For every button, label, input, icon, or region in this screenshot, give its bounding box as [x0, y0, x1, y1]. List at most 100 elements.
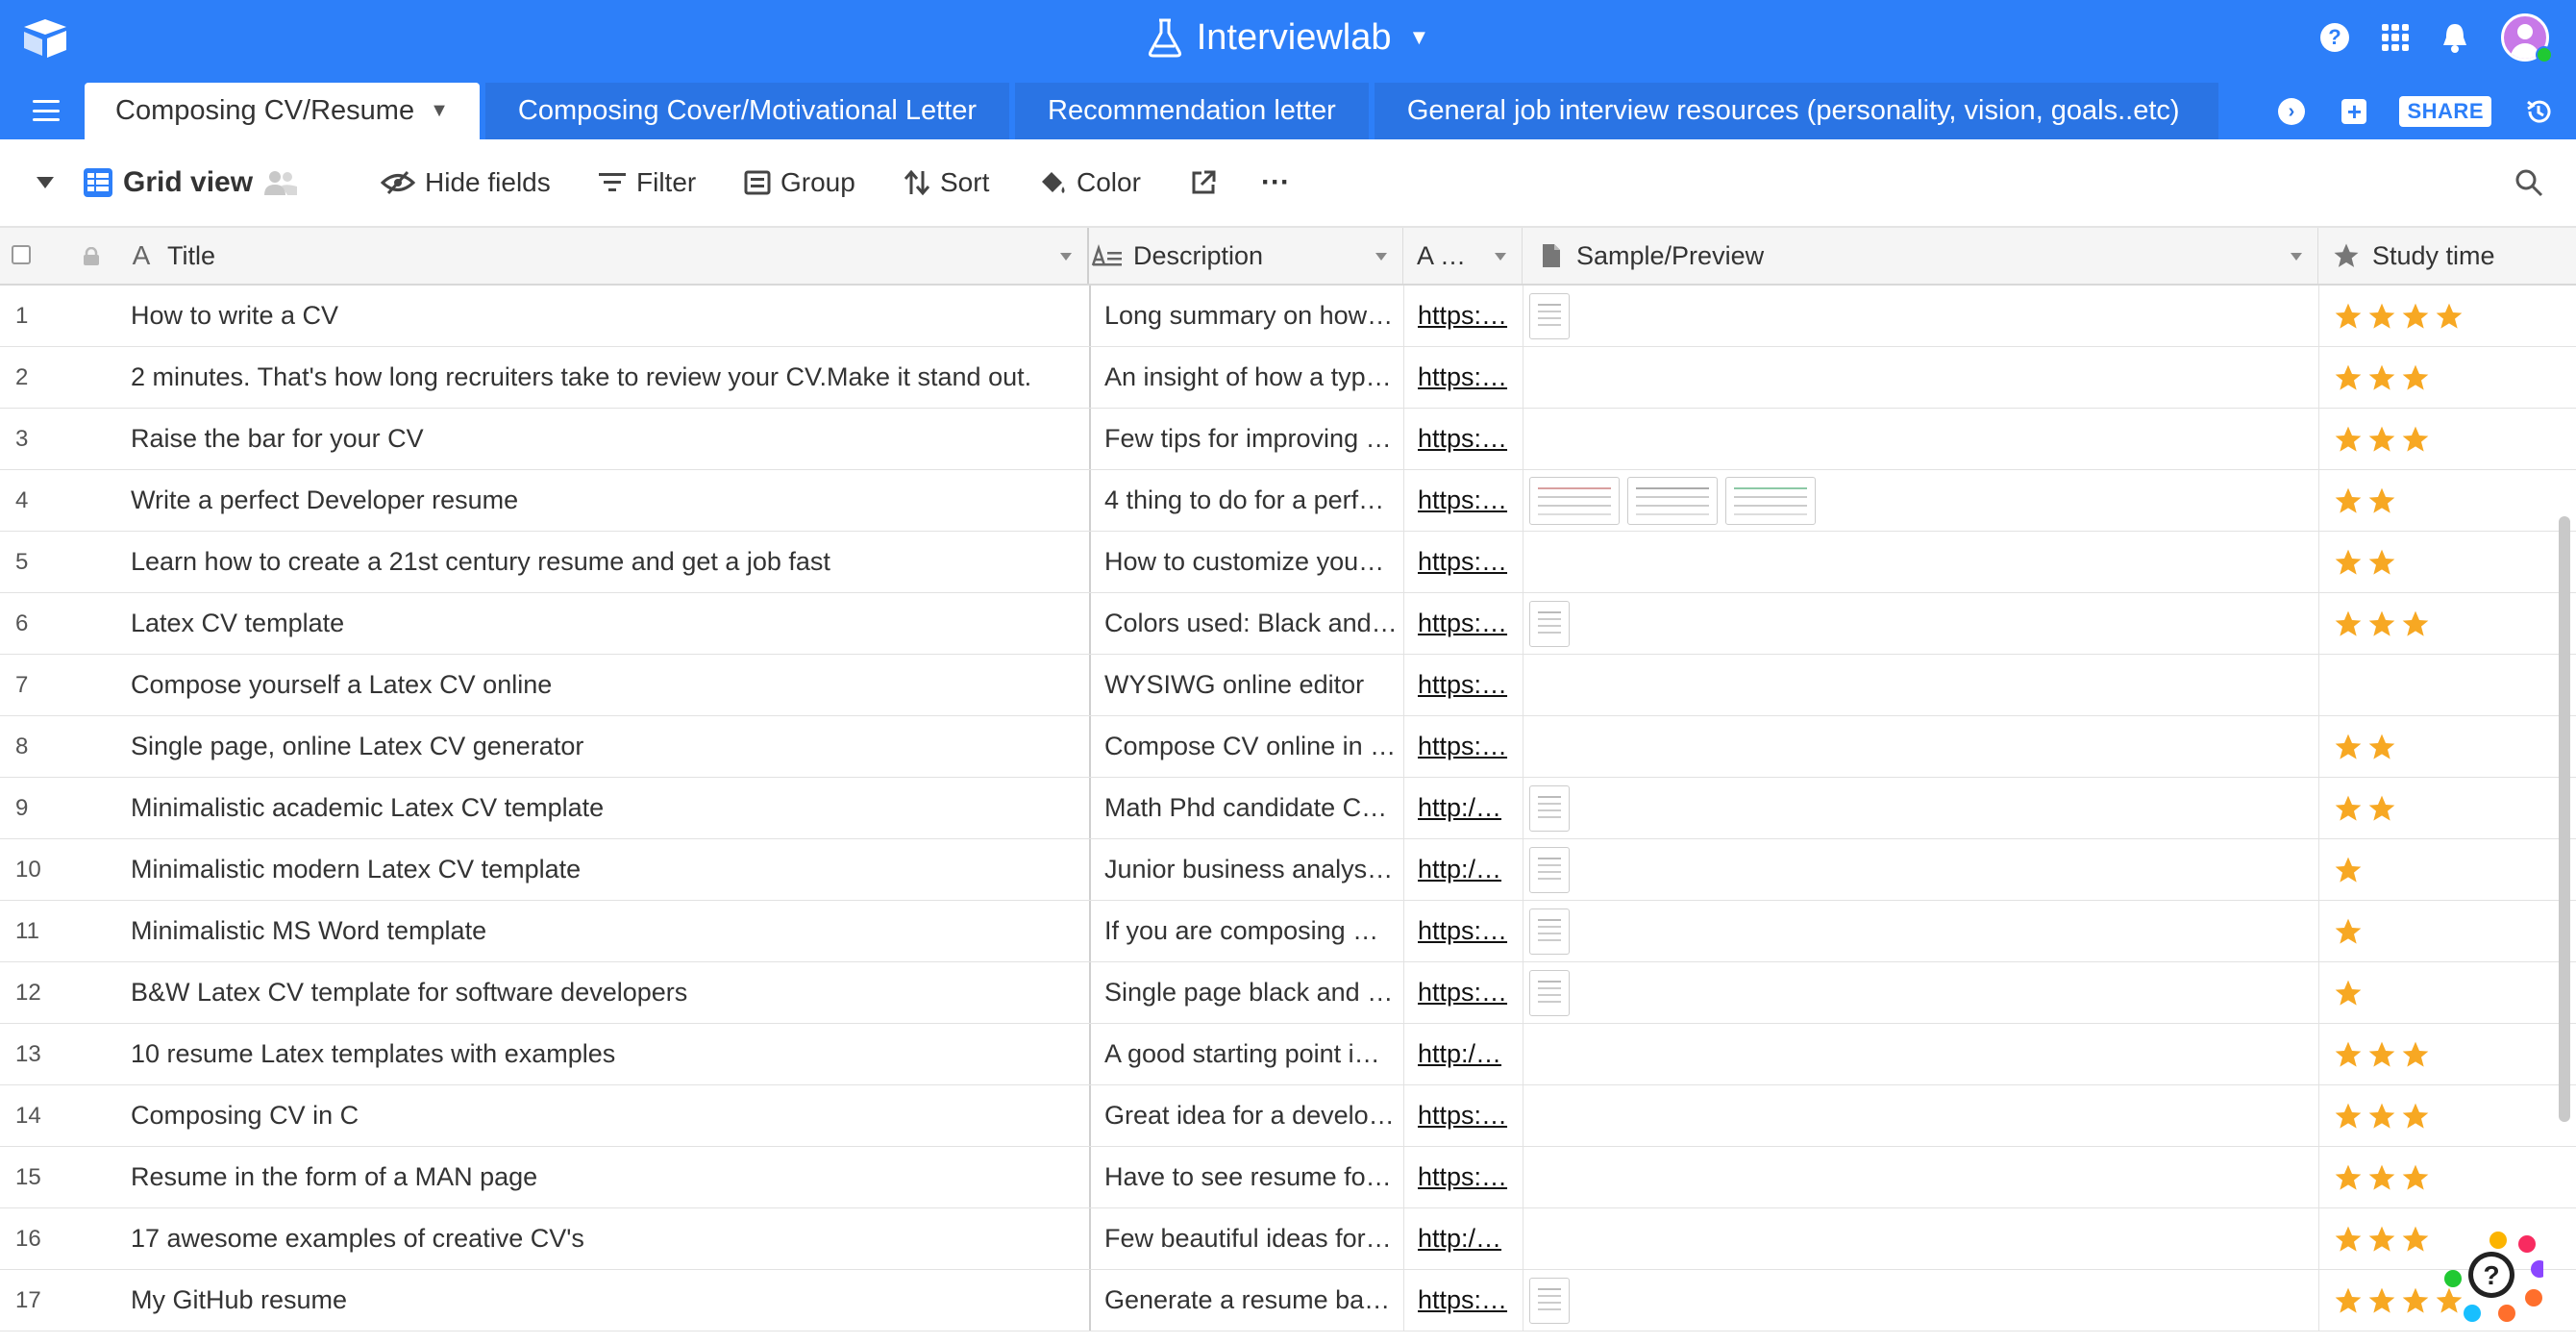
vertical-scrollbar[interactable]	[2559, 516, 2570, 1122]
tab-recommendation-letter[interactable]: Recommendation letter	[1015, 83, 1369, 139]
cell-sample-preview[interactable]	[1523, 1270, 2318, 1331]
star-icon[interactable]	[2333, 1162, 2364, 1193]
cell-title[interactable]: B&W Latex CV template for software devel…	[115, 962, 1089, 1023]
star-icon[interactable]	[2333, 1224, 2364, 1255]
star-icon[interactable]	[2366, 1101, 2397, 1132]
cell-title[interactable]: Latex CV template	[115, 593, 1089, 654]
caret-down-icon[interactable]: ▼	[430, 100, 449, 122]
cell-study-time-rating[interactable]	[2318, 901, 2553, 961]
cell-link[interactable]: https:…	[1403, 655, 1523, 715]
filter-button[interactable]: Filter	[598, 139, 696, 226]
cell-link[interactable]: https:…	[1403, 286, 1523, 346]
star-icon[interactable]	[2366, 1224, 2397, 1255]
attachment-thumbnail[interactable]	[1529, 846, 1570, 893]
cell-link[interactable]: https:…	[1403, 1085, 1523, 1146]
cell-sample-preview[interactable]	[1523, 716, 2318, 777]
table-row[interactable]: 15 Resume in the form of a MAN page Have t…	[0, 1147, 2576, 1208]
cell-description[interactable]: Junior business analys…	[1089, 839, 1403, 900]
column-header-title[interactable]: A Title	[125, 228, 1089, 284]
cell-description[interactable]: Math Phd candidate C…	[1089, 778, 1403, 838]
table-row[interactable]: 13 10 resume Latex templates with example…	[0, 1024, 2576, 1085]
star-icon[interactable]	[2333, 1101, 2364, 1132]
cell-sample-preview[interactable]	[1523, 839, 2318, 900]
star-icon[interactable]	[2333, 793, 2364, 824]
cell-study-time-rating[interactable]	[2318, 839, 2553, 900]
cell-description[interactable]: Compose CV online in …	[1089, 716, 1403, 777]
cell-link[interactable]: https:…	[1403, 593, 1523, 654]
menu-icon[interactable]	[33, 100, 60, 121]
cell-sample-preview[interactable]	[1523, 532, 2318, 592]
star-icon[interactable]	[2400, 362, 2431, 393]
cell-sample-preview[interactable]	[1523, 655, 2318, 715]
cell-sample-preview[interactable]	[1523, 286, 2318, 346]
cell-title[interactable]: 2 minutes. That's how long recruiters ta…	[115, 347, 1089, 408]
cell-title[interactable]: Raise the bar for your CV	[115, 409, 1089, 469]
apps-grid-icon[interactable]	[2382, 24, 2409, 51]
cell-description[interactable]: Generate a resume ba…	[1089, 1270, 1403, 1331]
star-icon[interactable]	[2333, 547, 2364, 578]
search-button[interactable]	[2514, 139, 2543, 226]
group-button[interactable]: Group	[744, 139, 855, 226]
cell-description[interactable]: WYSIWG online editor	[1089, 655, 1403, 715]
attachment-thumbnail[interactable]	[1529, 969, 1570, 1016]
bell-icon[interactable]	[2441, 22, 2468, 53]
cell-link[interactable]: https:…	[1403, 962, 1523, 1023]
star-icon[interactable]	[2333, 609, 2364, 639]
sort-button[interactable]: Sort	[904, 139, 989, 226]
tab-general-interview[interactable]: General job interview resources (persona…	[1374, 83, 2218, 139]
star-icon[interactable]	[2434, 301, 2465, 332]
history-icon[interactable]	[2524, 97, 2553, 126]
cell-link[interactable]: https:…	[1403, 1270, 1523, 1331]
star-icon[interactable]	[2333, 1039, 2364, 1070]
star-icon[interactable]	[2400, 1101, 2431, 1132]
table-row[interactable]: 8 Single page, online Latex CV generator C…	[0, 716, 2576, 778]
star-icon[interactable]	[2333, 301, 2364, 332]
star-icon[interactable]	[2366, 1039, 2397, 1070]
attachment-thumbnail[interactable]	[1529, 908, 1570, 955]
cell-link[interactable]: https:…	[1403, 470, 1523, 531]
cell-link[interactable]: http:/…	[1403, 1024, 1523, 1084]
cell-link[interactable]: https:…	[1403, 347, 1523, 408]
star-icon[interactable]	[2366, 609, 2397, 639]
column-menu-icon[interactable]	[1060, 253, 1072, 261]
table-row[interactable]: 9 Minimalistic academic Latex CV template…	[0, 778, 2576, 839]
table-row[interactable]: 6 Latex CV template Colors used: Black and…	[0, 593, 2576, 655]
star-icon[interactable]	[2333, 1285, 2364, 1316]
star-icon[interactable]	[2400, 301, 2431, 332]
table-row[interactable]: 1 How to write a CV Long summary on how… ht…	[0, 286, 2576, 347]
cell-sample-preview[interactable]	[1523, 409, 2318, 469]
tab-cover-letter[interactable]: Composing Cover/Motivational Letter	[484, 83, 1009, 139]
star-icon[interactable]	[2333, 978, 2364, 1008]
airtable-logo-icon[interactable]	[21, 17, 69, 58]
cell-title[interactable]: Resume in the form of a MAN page	[115, 1147, 1089, 1207]
table-row[interactable]: 4 Write a perfect Developer resume 4 thing…	[0, 470, 2576, 532]
star-icon[interactable]	[2400, 609, 2431, 639]
cell-title[interactable]: Learn how to create a 21st century resum…	[115, 532, 1089, 592]
help-icon[interactable]: ?	[2320, 23, 2349, 52]
table-row[interactable]: 2 2 minutes. That's how long recruiters t…	[0, 347, 2576, 409]
cell-study-time-rating[interactable]	[2318, 347, 2553, 408]
column-menu-icon[interactable]	[1375, 253, 1387, 261]
table-row[interactable]: 11 Minimalistic MS Word template If you ar…	[0, 901, 2576, 962]
column-header-sample[interactable]: Sample/Preview	[1523, 228, 2318, 284]
view-switcher-toggle[interactable]	[37, 139, 54, 226]
attachment-thumbnail[interactable]	[1529, 1277, 1570, 1324]
cell-description[interactable]: If you are composing …	[1089, 901, 1403, 961]
cell-study-time-rating[interactable]	[2318, 962, 2553, 1023]
cell-description[interactable]: Long summary on how…	[1089, 286, 1403, 346]
star-icon[interactable]	[2400, 424, 2431, 455]
cell-sample-preview[interactable]	[1523, 1208, 2318, 1269]
cell-sample-preview[interactable]	[1523, 593, 2318, 654]
star-icon[interactable]	[2333, 362, 2364, 393]
cell-title[interactable]: My GitHub resume	[115, 1270, 1089, 1331]
cell-study-time-rating[interactable]	[2318, 716, 2553, 777]
cell-title[interactable]: 17 awesome examples of creative CV's	[115, 1208, 1089, 1269]
cell-description[interactable]: Few tips for improving …	[1089, 409, 1403, 469]
table-row[interactable]: 14 Composing CV in C Great idea for a deve…	[0, 1085, 2576, 1147]
cell-study-time-rating[interactable]	[2318, 409, 2553, 469]
cell-study-time-rating[interactable]	[2318, 655, 2553, 715]
table-row[interactable]: 10 Minimalistic modern Latex CV template J…	[0, 839, 2576, 901]
cell-study-time-rating[interactable]	[2318, 593, 2553, 654]
cell-sample-preview[interactable]	[1523, 1147, 2318, 1207]
star-icon[interactable]	[2333, 424, 2364, 455]
